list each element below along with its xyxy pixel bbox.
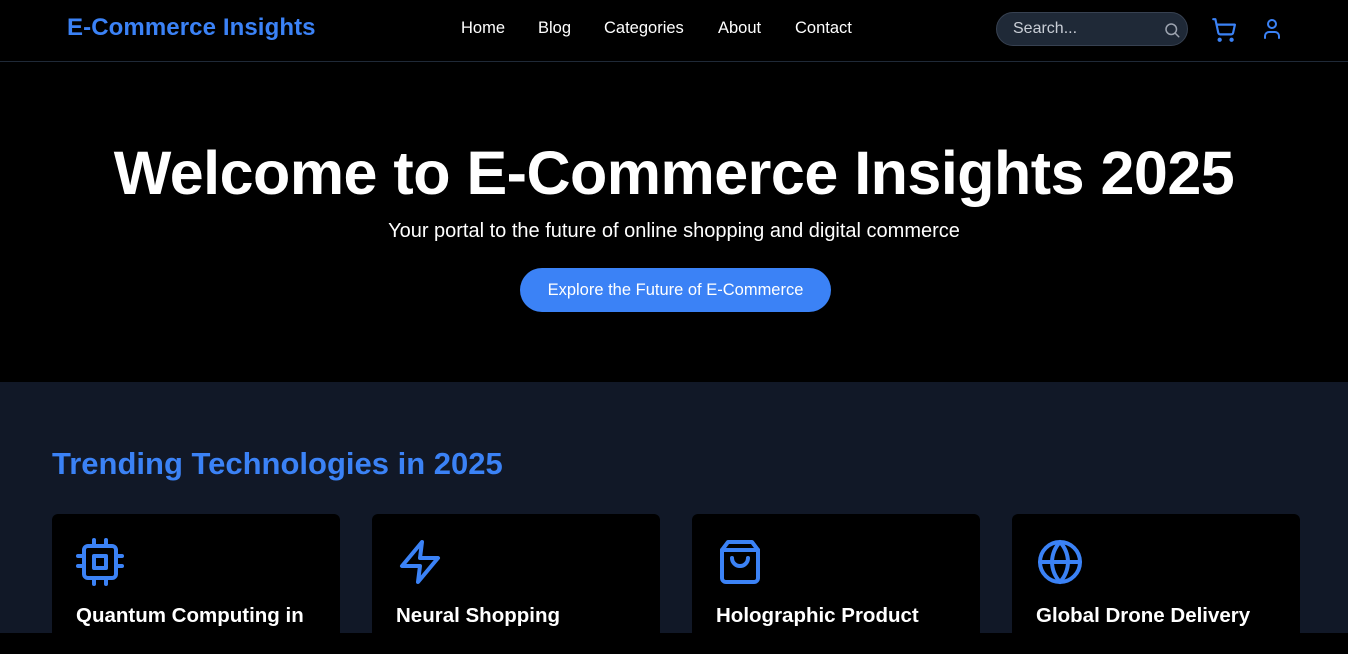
search-icon[interactable] bbox=[1163, 21, 1181, 39]
trending-section: Trending Technologies in 2025 Quantum Co… bbox=[0, 382, 1348, 654]
nav-about[interactable]: About bbox=[718, 19, 761, 38]
card-title: Neural Shopping bbox=[396, 604, 560, 627]
card-title: Holographic Product bbox=[716, 604, 919, 627]
card-title: Quantum Computing in bbox=[76, 604, 304, 627]
card-title: Global Drone Delivery bbox=[1036, 604, 1251, 627]
nav-home[interactable]: Home bbox=[461, 19, 505, 38]
tech-card-quantum[interactable]: Quantum Computing in bbox=[52, 514, 340, 654]
search-input[interactable] bbox=[998, 14, 1158, 44]
cpu-icon bbox=[76, 538, 124, 586]
hero-subtitle: Your portal to the future of online shop… bbox=[388, 220, 960, 242]
site-header: E-Commerce Insights Home Blog Categories… bbox=[0, 0, 1348, 62]
globe-icon bbox=[1038, 540, 1082, 584]
user-icon[interactable] bbox=[1260, 17, 1284, 41]
brand-logo[interactable]: E-Commerce Insights bbox=[67, 14, 316, 42]
nav-contact[interactable]: Contact bbox=[795, 19, 852, 38]
tech-card-drone[interactable]: Global Drone Delivery bbox=[1012, 514, 1300, 654]
search-box bbox=[996, 12, 1188, 46]
lightning-icon bbox=[400, 540, 440, 584]
nav-categories[interactable]: Categories bbox=[604, 19, 684, 38]
hero-title: Welcome to E-Commerce Insights 2025 bbox=[113, 139, 1235, 207]
tech-card-holographic[interactable]: Holographic Product bbox=[692, 514, 980, 654]
section-title: Trending Technologies in 2025 bbox=[52, 446, 503, 481]
shopping-bag-icon bbox=[720, 540, 760, 584]
nav-blog[interactable]: Blog bbox=[538, 19, 571, 38]
hero-section: Welcome to E-Commerce Insights 2025 Your… bbox=[0, 62, 1348, 382]
explore-button[interactable]: Explore the Future of E-Commerce bbox=[520, 268, 831, 312]
tech-card-neural[interactable]: Neural Shopping bbox=[372, 514, 660, 654]
cart-icon[interactable] bbox=[1211, 17, 1237, 43]
